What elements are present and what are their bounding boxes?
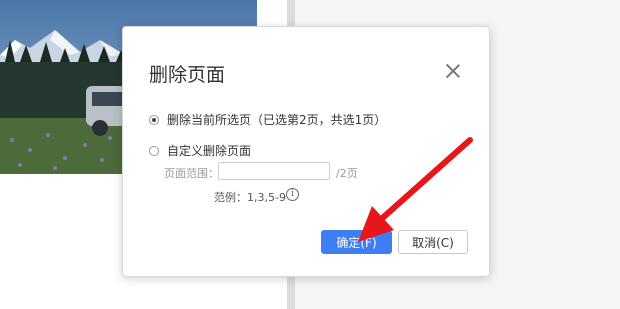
close-icon[interactable] [445,63,461,79]
option-delete-current[interactable]: 删除当前所选页（已选第2页，共选1页） [149,111,386,128]
page-range-label: 页面范围： [164,167,219,180]
option-custom-delete-label: 自定义删除页面 [167,144,252,158]
confirm-button[interactable]: 确定(F) [321,230,392,254]
cancel-button[interactable]: 取消(C) [398,230,468,254]
option-delete-current-label: 删除当前所选页（已选第2页，共选1页） [167,113,387,127]
page-range-input[interactable] [218,162,330,180]
range-example-text: 范例：1,3,5-9 [214,191,286,204]
delete-page-dialog: 删除页面 删除当前所选页（已选第2页，共选1页） 自定义删除页面 页面范围： /… [122,26,490,277]
dialog-title: 删除页面 [149,64,226,86]
radio-unchecked-icon[interactable] [149,145,159,156]
radio-checked-icon[interactable] [149,114,159,125]
page-range-suffix: /2页 [336,167,358,180]
info-icon[interactable]: i [286,188,299,201]
option-custom-delete[interactable]: 自定义删除页面 [149,142,251,159]
